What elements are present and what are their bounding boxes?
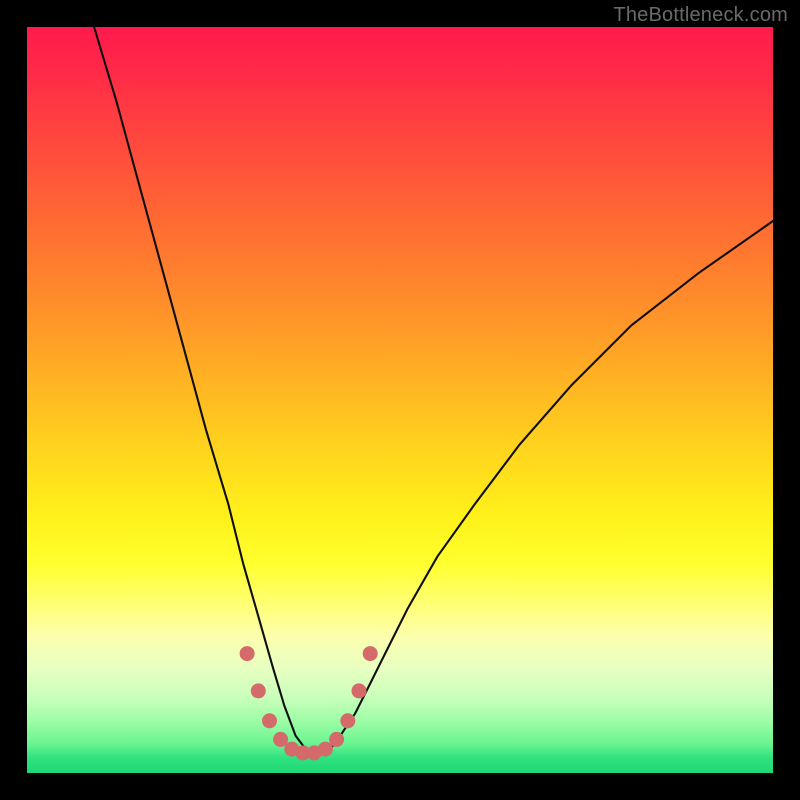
highlight-dot xyxy=(352,683,367,698)
highlight-dot xyxy=(307,745,322,760)
highlight-dot xyxy=(340,713,355,728)
highlight-dot xyxy=(363,646,378,661)
highlight-dots xyxy=(240,646,378,760)
highlight-dot xyxy=(240,646,255,661)
watermark: TheBottleneck.com xyxy=(613,4,788,27)
highlight-dot xyxy=(262,713,277,728)
highlight-dot xyxy=(273,732,288,747)
highlight-dot xyxy=(251,683,266,698)
plot-area xyxy=(27,27,773,773)
chart-svg xyxy=(27,27,773,773)
bottleneck-curve xyxy=(94,27,773,754)
highlight-dot xyxy=(284,742,299,757)
highlight-dot xyxy=(318,742,333,757)
highlight-dot xyxy=(296,745,311,760)
chart-frame: TheBottleneck.com xyxy=(0,0,800,800)
highlight-dot xyxy=(329,732,344,747)
